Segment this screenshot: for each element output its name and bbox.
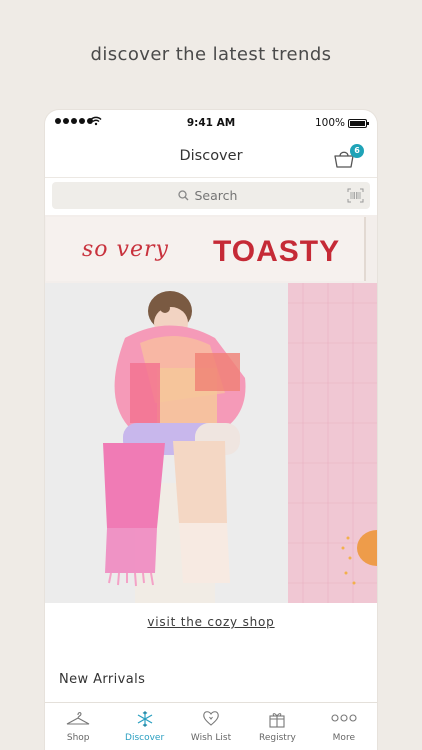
- tab-label: Shop: [66, 733, 90, 743]
- tab-bar: Shop Discover Wish List Registry More: [45, 702, 377, 750]
- cart-count-badge: 6: [350, 144, 364, 158]
- section-title: New Arrivals: [59, 672, 146, 687]
- gift-icon: [269, 713, 285, 728]
- search-input[interactable]: [194, 188, 245, 203]
- status-bar: 9:41 AM 100%: [45, 110, 377, 136]
- tab-label: Registry: [259, 733, 296, 743]
- navigation-bar: Discover 6: [45, 136, 377, 178]
- barcode-scan-icon[interactable]: [347, 188, 364, 203]
- fabric-texture-illustration: [288, 283, 377, 603]
- battery-percent: 100%: [314, 117, 345, 129]
- search-icon: [177, 190, 188, 201]
- tab-more[interactable]: More: [311, 703, 377, 750]
- banner-card: so very TOASTY: [46, 217, 366, 281]
- snowflake-icon: [137, 711, 152, 727]
- hero-image[interactable]: [45, 283, 377, 603]
- search-bar[interactable]: [52, 182, 370, 209]
- tab-registry[interactable]: Registry: [244, 703, 310, 750]
- visit-cozy-shop-link[interactable]: visit the cozy shop: [45, 615, 377, 629]
- more-icon: [331, 714, 357, 722]
- tab-wish-list[interactable]: Wish List: [178, 703, 244, 750]
- phone-screen: 9:41 AM 100% Discover 6 so very TOASTY: [45, 110, 377, 750]
- tab-label: More: [332, 733, 355, 743]
- tab-shop[interactable]: Shop: [45, 703, 111, 750]
- model-scarf-illustration: [45, 283, 288, 603]
- heart-icon: [203, 711, 219, 726]
- banner-bold-text: TOASTY: [213, 235, 341, 268]
- hanger-icon: [66, 712, 90, 725]
- banner-script-text: so very: [82, 237, 169, 262]
- battery-icon: [348, 119, 369, 128]
- tab-label: Discover: [125, 733, 165, 743]
- tab-label: Wish List: [190, 733, 232, 743]
- promo-banner[interactable]: so very TOASTY: [45, 215, 377, 283]
- tab-discover[interactable]: Discover: [111, 703, 177, 750]
- promo-headline: discover the latest trends: [90, 44, 332, 65]
- page-title: Discover: [179, 148, 243, 164]
